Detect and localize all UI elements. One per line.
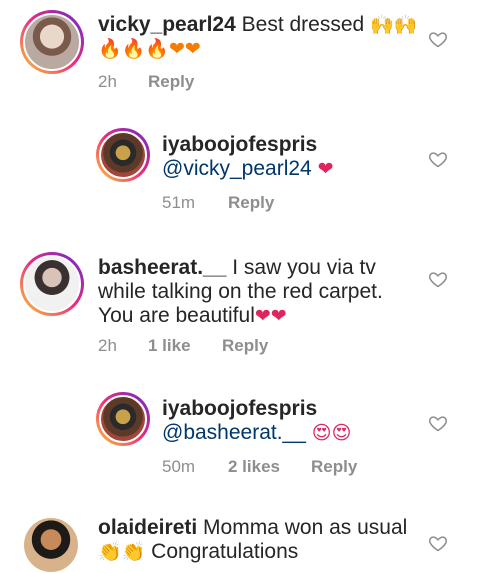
raised-hands-emoji: 🙌🙌 <box>370 14 418 36</box>
comment-username[interactable]: vicky_pearl24 <box>98 13 236 36</box>
comment-body: vicky_pearl24 Best dressed 🙌🙌 🔥🔥🔥❤❤ <box>98 13 428 61</box>
heart-emoji: ❤ <box>317 158 334 180</box>
comment-username[interactable]: iyaboojofespris <box>162 397 317 420</box>
heart-outline-icon[interactable] <box>428 29 448 49</box>
comment-username[interactable]: iyaboojofespris <box>162 133 317 156</box>
comment-item: basheerat.__ I saw you via tv while talk… <box>0 244 480 374</box>
heart-eyes-emoji: 😍😍 <box>311 422 352 444</box>
heart-outline-icon[interactable] <box>428 533 448 553</box>
mention-link[interactable]: @vicky_pearl24 <box>162 157 312 180</box>
heart-emoji: ❤❤ <box>254 305 287 327</box>
avatar[interactable] <box>20 252 84 316</box>
comment-text-line1: I saw you via tv <box>232 256 376 279</box>
reply-button[interactable]: Reply <box>222 336 268 356</box>
comment-body: iyaboojofespris @vicky_pearl24 ❤ <box>162 133 422 181</box>
reply-button[interactable]: Reply <box>311 457 357 477</box>
reply-button[interactable]: Reply <box>228 193 274 213</box>
comment-time: 50m <box>162 457 196 476</box>
heart-outline-icon[interactable] <box>428 149 448 169</box>
comment-meta: 51m Reply <box>162 193 274 213</box>
comment-meta: 50m 2 likes Reply <box>162 457 357 477</box>
comment-time: 51m <box>162 193 196 212</box>
fire-heart-emoji: 🔥🔥🔥❤❤ <box>98 38 201 60</box>
reply-button[interactable]: Reply <box>148 72 194 92</box>
avatar[interactable] <box>20 10 84 74</box>
comment-body: iyaboojofespris @basheerat.__ 😍😍 <box>162 397 422 445</box>
likes-count[interactable]: 1 like <box>148 336 222 356</box>
comment-body: basheerat.__ I saw you via tv while talk… <box>98 256 428 328</box>
avatar[interactable] <box>96 128 150 182</box>
comment-item: vicky_pearl24 Best dressed 🙌🙌 🔥🔥🔥❤❤ 2h R… <box>0 0 480 110</box>
comment-text-line2: Congratulations <box>151 540 299 563</box>
heart-outline-icon[interactable] <box>428 269 448 289</box>
comment-text: Best dressed <box>241 13 365 36</box>
avatar[interactable] <box>96 392 150 446</box>
likes-count[interactable]: 2 likes <box>228 457 311 477</box>
comment-body: olaideireti Momma won as usual 👏👏 Congra… <box>98 516 428 564</box>
comment-meta: 2h Reply <box>98 72 194 92</box>
comment-time: 2h <box>98 72 117 91</box>
clapping-hands-emoji: 👏👏 <box>98 541 146 563</box>
mention-link[interactable]: @basheerat.__ <box>162 421 306 444</box>
comment-text-line3: You are beautiful <box>98 304 255 327</box>
comment-item: olaideireti Momma won as usual 👏👏 Congra… <box>0 508 480 573</box>
reply-item: iyaboojofespris @basheerat.__ 😍😍 50m 2 l… <box>0 384 480 494</box>
heart-outline-icon[interactable] <box>428 413 448 433</box>
comment-meta: 2h 1 like Reply <box>98 336 268 356</box>
comment-username[interactable]: basheerat.__ <box>98 256 226 279</box>
comment-text-line1: Momma won as usual <box>203 516 408 539</box>
reply-item: iyaboojofespris @vicky_pearl24 ❤ 51m Rep… <box>0 120 480 230</box>
comment-time: 2h <box>98 336 117 355</box>
comment-text-line2: while talking on the red carpet. <box>98 280 383 303</box>
avatar[interactable] <box>24 518 78 572</box>
comment-username[interactable]: olaideireti <box>98 516 197 539</box>
